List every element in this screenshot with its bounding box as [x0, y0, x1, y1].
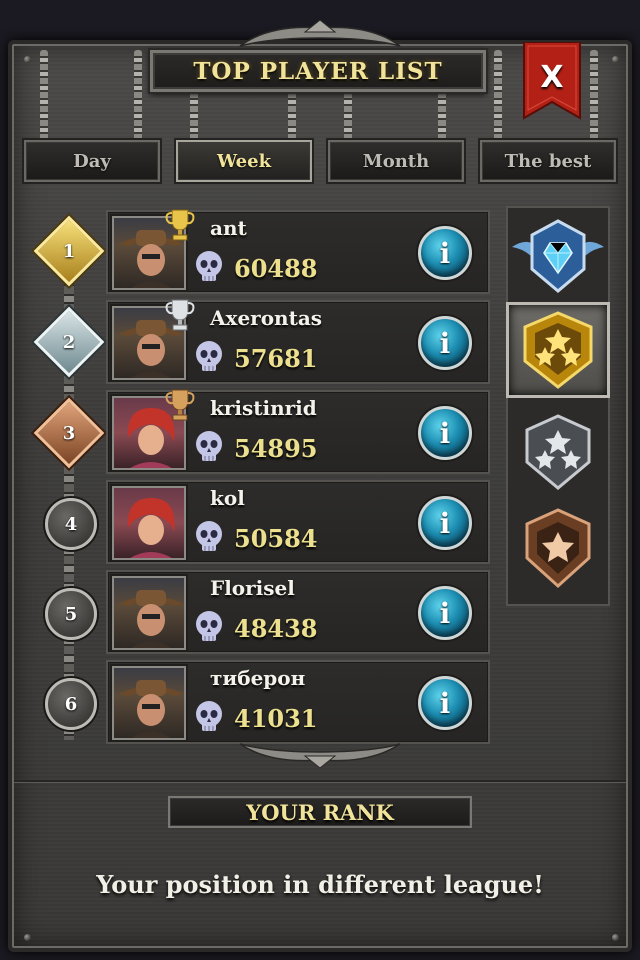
avatar [112, 576, 186, 650]
cowboy-hat-character-icon [118, 680, 184, 738]
chain-decoration [438, 92, 446, 142]
chain-decoration [344, 92, 352, 142]
close-button[interactable]: X [522, 41, 582, 120]
player-name: Florisel [210, 576, 295, 600]
close-label: X [540, 60, 564, 95]
tab-day[interactable]: Day [22, 138, 162, 184]
info-button[interactable]: i [418, 406, 472, 460]
rivet-icon [24, 934, 31, 941]
tab-week[interactable]: Week [174, 138, 314, 184]
rank-number: 3 [62, 422, 76, 444]
rank-number: 1 [62, 240, 76, 262]
rivet-icon [612, 934, 619, 941]
gold-league-emblem-icon [523, 311, 593, 389]
player-row[interactable]: Axerontas 57681 i [106, 299, 490, 384]
rank-badge-silver: 2 [33, 306, 105, 378]
player-row[interactable]: ant 60488 i [106, 209, 490, 294]
tab-label: Day [73, 150, 111, 172]
player-score: 50584 [234, 524, 318, 553]
rank-number: 4 [64, 513, 78, 535]
player-score: 60488 [234, 254, 318, 283]
league-bronze[interactable] [506, 500, 610, 596]
silver-league-emblem-icon [525, 414, 591, 490]
chain-decoration [134, 50, 142, 142]
divider [14, 780, 626, 782]
your-rank-plate: YOUR RANK [168, 796, 472, 828]
player-score: 57681 [234, 344, 318, 373]
player-name: kristinrid [210, 396, 317, 420]
tab-month[interactable]: Month [326, 138, 466, 184]
player-row[interactable]: тиберон 41031 i [106, 660, 490, 744]
rank-badge: 5 [45, 588, 97, 640]
info-button[interactable]: i [418, 586, 472, 640]
skull-icon [196, 341, 222, 371]
player-score: 54895 [234, 434, 318, 463]
info-button[interactable]: i [418, 496, 472, 550]
rank-number: 6 [64, 693, 78, 715]
bronze-league-emblem-icon [525, 508, 591, 589]
chain-decoration [494, 50, 502, 142]
info-button[interactable]: i [418, 226, 472, 280]
info-icon: i [439, 416, 451, 450]
player-row[interactable]: kol 50584 i [106, 480, 490, 564]
tab-label: Week [216, 150, 272, 172]
player-name: ant [210, 216, 247, 240]
rank-number: 5 [64, 603, 78, 625]
rivet-icon [612, 56, 619, 63]
top-ornament-icon [239, 20, 401, 47]
info-icon: i [439, 596, 451, 630]
avatar [112, 666, 186, 740]
your-rank-label: YOUR RANK [246, 799, 394, 825]
red-haired-character-icon [127, 498, 175, 558]
gold-trophy-icon [165, 209, 195, 241]
info-icon: i [439, 506, 451, 540]
bottom-ornament-icon [239, 743, 401, 768]
info-icon: i [439, 326, 451, 360]
chain-decoration [40, 50, 48, 142]
tab-label: The best [504, 150, 592, 172]
chain-decoration [288, 92, 296, 142]
league-diamond[interactable] [506, 208, 610, 304]
player-score: 41031 [234, 704, 318, 733]
league-gold[interactable] [506, 302, 610, 398]
avatar [112, 486, 186, 560]
player-name: kol [210, 486, 245, 510]
rank-badge: 6 [45, 678, 97, 730]
rank-number: 2 [62, 331, 76, 353]
player-row[interactable]: Florisel 48438 i [106, 570, 490, 654]
league-message: Your position in different league! [96, 870, 544, 899]
player-name: тиберон [210, 666, 306, 690]
skull-icon [196, 701, 222, 731]
tab-the-best[interactable]: The best [478, 138, 618, 184]
bronze-trophy-icon [165, 389, 195, 421]
skull-icon [196, 611, 222, 641]
skull-icon [196, 521, 222, 551]
info-icon: i [439, 236, 451, 270]
chain-decoration [190, 92, 198, 142]
rank-badge-gold: 1 [33, 215, 105, 287]
page-title: TOP PLAYER LIST [193, 57, 443, 85]
player-score: 48438 [234, 614, 318, 643]
league-silver[interactable] [506, 404, 610, 500]
skull-icon [196, 251, 222, 281]
cowboy-hat-character-icon [118, 590, 184, 648]
info-icon: i [439, 686, 451, 720]
skull-icon [196, 431, 222, 461]
diamond-league-emblem-icon [512, 219, 604, 293]
rivet-icon [24, 56, 31, 63]
info-button[interactable]: i [418, 676, 472, 730]
title-plate: TOP PLAYER LIST [148, 48, 488, 94]
info-button[interactable]: i [418, 316, 472, 370]
silver-trophy-icon [165, 299, 195, 331]
rank-badge-bronze: 3 [33, 397, 105, 469]
rank-badge: 4 [45, 498, 97, 550]
player-row[interactable]: kristinrid 54895 i [106, 389, 490, 474]
tab-label: Month [362, 150, 430, 172]
chain-decoration [590, 50, 598, 142]
player-name: Axerontas [210, 306, 323, 330]
